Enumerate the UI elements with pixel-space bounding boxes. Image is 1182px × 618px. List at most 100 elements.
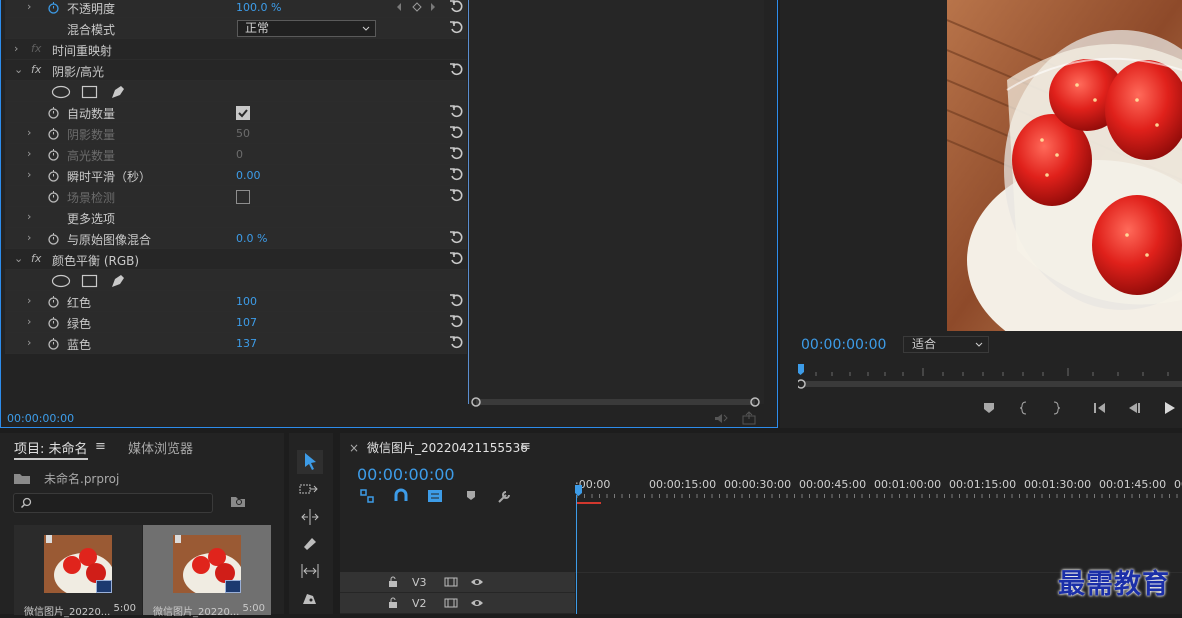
selection-tool-icon[interactable] bbox=[297, 450, 323, 474]
param-value[interactable]: 107 bbox=[236, 316, 257, 329]
effect-controls-timecode[interactable]: 00:00:00:00 bbox=[7, 412, 74, 425]
pen-tool-icon[interactable] bbox=[297, 586, 323, 610]
track-select-tool-icon[interactable] bbox=[297, 478, 323, 502]
reset-icon[interactable] bbox=[449, 335, 463, 349]
snap-icon[interactable] bbox=[392, 487, 410, 505]
track-header[interactable]: V3 bbox=[340, 572, 575, 593]
chevron-down-icon[interactable]: ⌄ bbox=[14, 252, 23, 265]
effect-keyframe-area[interactable] bbox=[468, 0, 764, 407]
effect-param-row[interactable]: › 高光数量 0 bbox=[5, 144, 467, 165]
track-name[interactable]: V2 bbox=[412, 597, 427, 610]
blend-mode-select[interactable]: 正常 bbox=[237, 20, 376, 37]
chevron-right-icon[interactable]: › bbox=[27, 315, 31, 328]
timeline-playhead[interactable] bbox=[576, 495, 577, 614]
lock-icon[interactable] bbox=[388, 597, 398, 609]
param-value[interactable]: 137 bbox=[236, 337, 257, 350]
stopwatch-icon[interactable] bbox=[47, 337, 60, 350]
reset-icon[interactable] bbox=[449, 167, 463, 181]
chevron-right-icon[interactable]: › bbox=[27, 147, 31, 160]
razor-tool-icon[interactable] bbox=[297, 532, 323, 556]
mask-shapes-row[interactable] bbox=[5, 270, 467, 291]
stopwatch-icon[interactable] bbox=[47, 127, 60, 140]
effect-param-row[interactable]: › 瞬时平滑（秒） 0.00 bbox=[5, 165, 467, 186]
toggle-sync-lock-icon[interactable] bbox=[444, 597, 458, 609]
export-frame-icon[interactable] bbox=[741, 411, 757, 425]
fx-icon[interactable]: fx bbox=[31, 252, 41, 265]
chevron-right-icon[interactable]: › bbox=[27, 231, 31, 244]
chevron-right-icon[interactable]: › bbox=[27, 210, 31, 223]
reset-icon[interactable] bbox=[449, 188, 463, 202]
program-time-ruler[interactable] bbox=[798, 362, 1182, 392]
chevron-down-icon[interactable]: ⌄ bbox=[14, 63, 23, 76]
effect-zoom-scrollbar[interactable] bbox=[469, 395, 765, 409]
toggle-sync-lock-icon[interactable] bbox=[444, 576, 458, 588]
chevron-right-icon[interactable]: › bbox=[14, 42, 18, 55]
chevron-right-icon[interactable]: › bbox=[27, 336, 31, 349]
effect-section[interactable]: ⌄ fx 阴影/高光 bbox=[5, 60, 467, 81]
reset-icon[interactable] bbox=[449, 0, 463, 13]
add-marker-icon[interactable] bbox=[980, 398, 998, 418]
effect-param-row[interactable]: › 与原始图像混合 0.0 % bbox=[5, 228, 467, 249]
stopwatch-icon[interactable] bbox=[47, 169, 60, 182]
fx-icon[interactable]: fx bbox=[31, 42, 41, 55]
project-tab[interactable]: 项目: 未命名 bbox=[14, 438, 88, 460]
stopwatch-icon[interactable] bbox=[47, 316, 60, 329]
effect-param-row[interactable]: › 绿色 107 bbox=[5, 312, 467, 333]
program-video-frame[interactable] bbox=[947, 0, 1182, 331]
project-item[interactable]: 微信图片_20220... 5:00 bbox=[14, 525, 142, 618]
stopwatch-icon[interactable] bbox=[47, 1, 60, 14]
reset-icon[interactable] bbox=[449, 146, 463, 160]
effect-param-row[interactable]: › 阴影数量 50 bbox=[5, 123, 467, 144]
step-back-icon[interactable] bbox=[1125, 398, 1143, 418]
sequence-timecode[interactable]: 00:00:00:00 bbox=[357, 465, 455, 484]
stopwatch-icon[interactable] bbox=[47, 232, 60, 245]
media-browser-tab[interactable]: 媒体浏览器 bbox=[128, 438, 193, 457]
mask-shapes-row[interactable] bbox=[5, 81, 467, 102]
effect-param-row[interactable]: 混合模式 正常 bbox=[5, 18, 467, 39]
slip-tool-icon[interactable] bbox=[297, 559, 323, 583]
pen-mask-icon[interactable] bbox=[109, 273, 127, 289]
ripple-edit-tool-icon[interactable] bbox=[297, 505, 323, 529]
close-sequence-icon[interactable]: × bbox=[349, 441, 359, 455]
effect-param-row[interactable]: 场景检测 bbox=[5, 186, 467, 207]
stopwatch-icon[interactable] bbox=[47, 295, 60, 308]
param-value[interactable]: 0.0 % bbox=[236, 232, 267, 245]
chevron-right-icon[interactable]: › bbox=[27, 126, 31, 139]
sequence-menu-icon[interactable]: ≡ bbox=[520, 439, 531, 454]
reset-icon[interactable] bbox=[449, 251, 463, 265]
effect-section[interactable]: ⌄ fx 颜色平衡 (RGB) bbox=[5, 249, 467, 270]
param-value[interactable]: 0 bbox=[236, 148, 243, 161]
project-panel-menu-icon[interactable]: ≡ bbox=[95, 439, 106, 454]
effect-param-row[interactable]: › 不透明度 100.0 % bbox=[5, 0, 467, 18]
rectangle-mask-icon[interactable] bbox=[81, 85, 99, 99]
rectangle-mask-icon[interactable] bbox=[81, 274, 99, 288]
param-value[interactable]: 100 bbox=[236, 295, 257, 308]
reset-icon[interactable] bbox=[449, 125, 463, 139]
mark-out-icon[interactable] bbox=[1047, 398, 1065, 418]
fx-icon[interactable]: fx bbox=[31, 63, 41, 76]
ellipse-mask-icon[interactable] bbox=[51, 85, 71, 99]
ellipse-mask-icon[interactable] bbox=[51, 274, 71, 288]
wrench-icon[interactable] bbox=[496, 487, 514, 505]
effect-param-row[interactable]: › 红色 100 bbox=[5, 291, 467, 312]
add-marker-icon[interactable] bbox=[462, 487, 480, 505]
param-value[interactable]: 50 bbox=[236, 127, 250, 140]
track-name[interactable]: V3 bbox=[412, 576, 427, 589]
reset-icon[interactable] bbox=[449, 230, 463, 244]
project-search-input[interactable] bbox=[13, 493, 213, 513]
reset-icon[interactable] bbox=[449, 62, 463, 76]
param-checkbox[interactable] bbox=[236, 190, 250, 204]
param-checkbox[interactable] bbox=[236, 106, 250, 120]
param-value[interactable]: 0.00 bbox=[236, 169, 261, 182]
stopwatch-icon[interactable] bbox=[47, 148, 60, 161]
go-to-in-icon[interactable] bbox=[1091, 398, 1109, 418]
effect-param-row[interactable]: 自动数量 bbox=[5, 102, 467, 123]
stopwatch-icon[interactable] bbox=[47, 190, 60, 203]
stopwatch-icon[interactable] bbox=[47, 106, 60, 119]
fit-zoom-select[interactable]: 适合 bbox=[903, 336, 989, 353]
find-icon[interactable] bbox=[230, 494, 246, 508]
lock-icon[interactable] bbox=[388, 576, 398, 588]
chevron-right-icon[interactable]: › bbox=[27, 294, 31, 307]
chevron-right-icon[interactable]: › bbox=[27, 168, 31, 181]
project-item-selected[interactable]: 微信图片_20220... 5:00 bbox=[143, 525, 271, 618]
